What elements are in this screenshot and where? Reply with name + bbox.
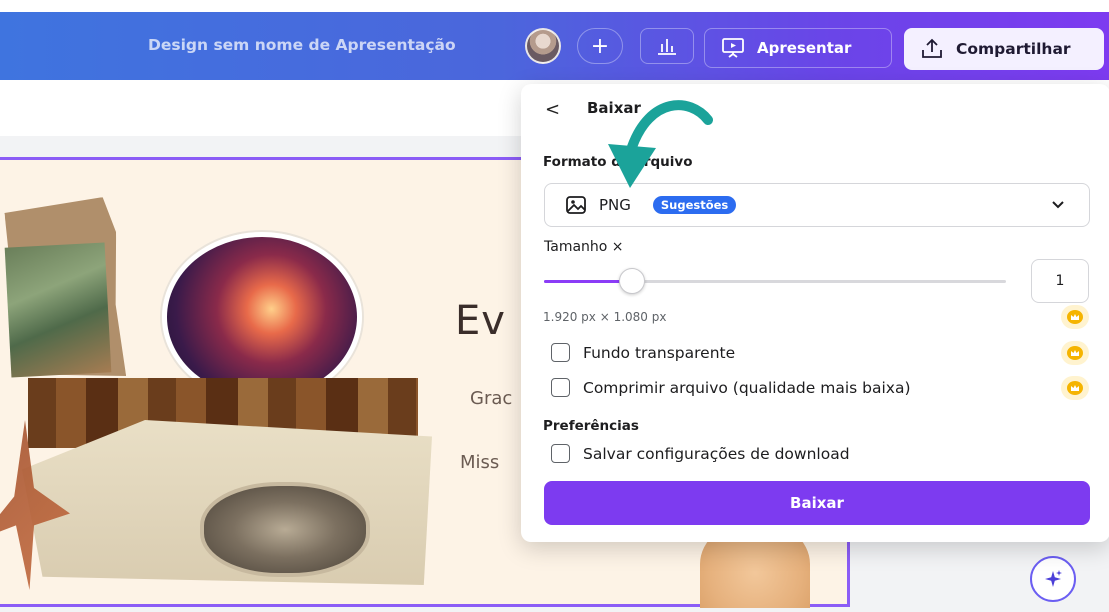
crown-icon bbox=[1061, 305, 1089, 329]
transparent-background-option[interactable]: Fundo transparente bbox=[551, 343, 735, 362]
save-settings-option[interactable]: Salvar configurações de download bbox=[551, 444, 850, 463]
avatar[interactable] bbox=[525, 28, 561, 64]
save-settings-label: Salvar configurações de download bbox=[583, 444, 850, 463]
design-title[interactable]: Design sem nome de Apresentação bbox=[148, 36, 456, 54]
top-toolbar: Design sem nome de Apresentação + Aprese… bbox=[0, 12, 1109, 80]
annotation-arrow bbox=[608, 100, 713, 188]
download-button[interactable]: Baixar bbox=[544, 481, 1090, 525]
add-collaborator-button[interactable]: + bbox=[577, 28, 623, 64]
magic-sparkle-icon bbox=[1045, 570, 1062, 587]
save-settings-checkbox[interactable] bbox=[551, 444, 570, 463]
size-input[interactable] bbox=[1031, 259, 1089, 303]
crown-icon bbox=[1061, 341, 1089, 365]
insights-button[interactable] bbox=[640, 28, 694, 64]
compress-file-option[interactable]: Comprimir arquivo (qualidade mais baixa) bbox=[551, 378, 911, 397]
magic-assistant-button[interactable] bbox=[1030, 556, 1076, 602]
share-label: Compartilhar bbox=[956, 40, 1071, 58]
share-upload-icon bbox=[922, 38, 942, 58]
slide-title[interactable]: Ev bbox=[455, 298, 506, 344]
plus-icon: + bbox=[590, 33, 610, 59]
back-button[interactable]: < bbox=[545, 99, 560, 120]
present-icon bbox=[722, 38, 744, 58]
preferences-label: Preferências bbox=[543, 418, 639, 434]
size-label: Tamanho × bbox=[544, 239, 624, 255]
chart-bars-icon bbox=[658, 39, 676, 55]
compress-file-checkbox[interactable] bbox=[551, 378, 570, 397]
darwin-portrait-image[interactable] bbox=[200, 482, 370, 577]
compress-file-label: Comprimir arquivo (qualidade mais baixa) bbox=[583, 378, 911, 397]
share-button[interactable]: Compartilhar bbox=[904, 28, 1104, 70]
output-dimensions: 1.920 px × 1.080 px bbox=[543, 310, 667, 324]
size-slider-handle[interactable] bbox=[618, 268, 645, 294]
crown-icon bbox=[1061, 376, 1089, 400]
transparent-background-label: Fundo transparente bbox=[583, 343, 736, 362]
slide-subtitle-2[interactable]: Miss bbox=[460, 452, 499, 473]
dna-image[interactable] bbox=[162, 232, 362, 402]
present-label: Apresentar bbox=[757, 39, 852, 57]
chevron-down-icon bbox=[1052, 201, 1064, 209]
image-icon bbox=[566, 196, 586, 214]
transparent-background-checkbox[interactable] bbox=[551, 343, 570, 362]
lizard-illustration-image[interactable] bbox=[4, 242, 112, 378]
size-slider[interactable] bbox=[544, 268, 1006, 294]
present-button[interactable]: Apresentar bbox=[704, 28, 892, 68]
slide-subtitle-1[interactable]: Grac bbox=[470, 388, 512, 409]
